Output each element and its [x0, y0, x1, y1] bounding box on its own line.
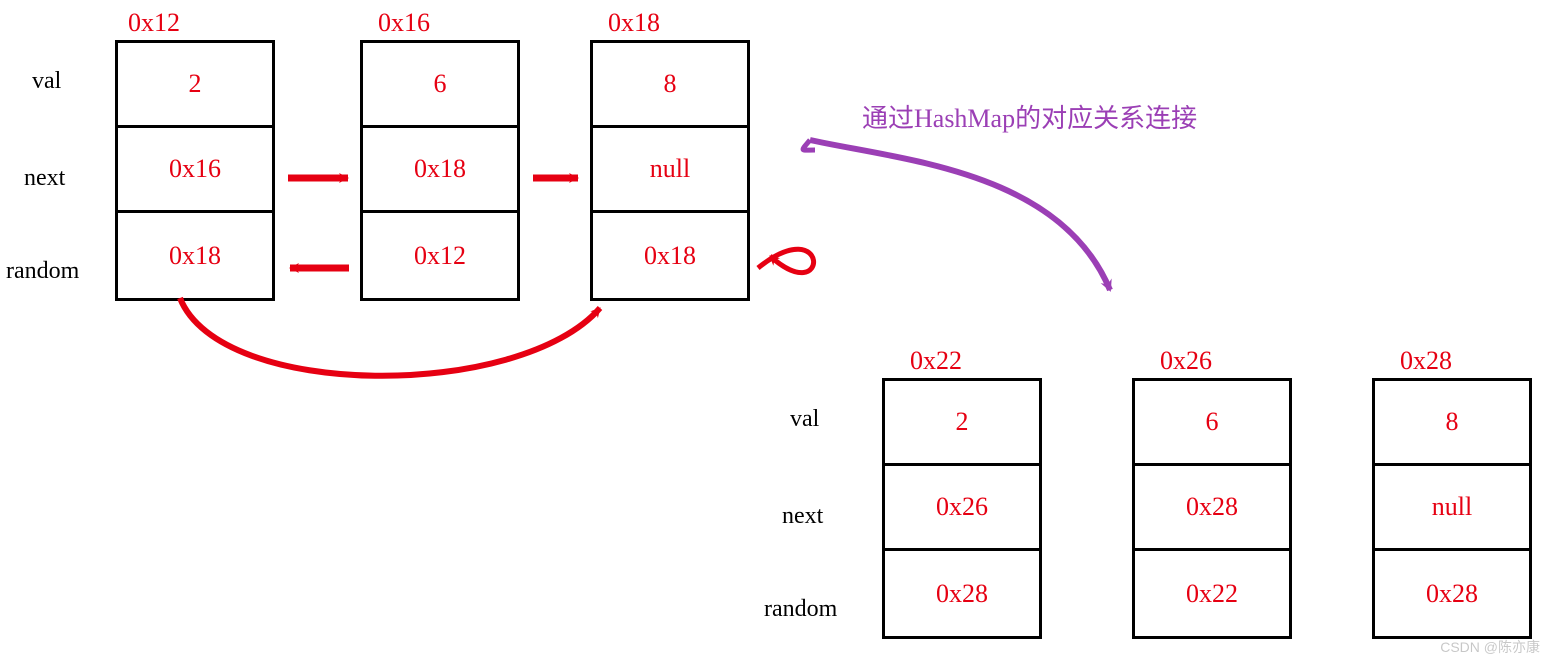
cell-random: 0x18	[593, 213, 747, 298]
cell-random: 0x12	[363, 213, 517, 298]
watermark: CSDN @陈亦康	[1440, 637, 1540, 657]
cell-random: 0x22	[1135, 551, 1289, 636]
cell-random: 0x28	[885, 551, 1039, 636]
arrow-random-0-2	[180, 298, 600, 376]
cell-next: 0x16	[118, 128, 272, 213]
cell-next: 0x28	[1135, 466, 1289, 551]
cell-random: 0x18	[118, 213, 272, 298]
arrow-hashmap-link	[810, 140, 1110, 290]
row-label-random-bottom: random	[764, 596, 837, 623]
arrow-hashmap-tail	[803, 140, 815, 150]
cell-next: 0x18	[363, 128, 517, 213]
cell-val: 2	[118, 43, 272, 128]
row-label-random-top: random	[6, 258, 79, 285]
row-label-val-top: val	[32, 68, 61, 95]
node-addr: 0x16	[378, 8, 430, 38]
cell-val: 8	[593, 43, 747, 128]
cell-val: 2	[885, 381, 1039, 466]
copied-node-0: 2 0x26 0x28	[882, 378, 1042, 639]
node-addr: 0x12	[128, 8, 180, 38]
cell-val: 8	[1375, 381, 1529, 466]
cell-random: 0x28	[1375, 551, 1529, 636]
hashmap-annotation: 通过HashMap的对应关系连接	[862, 98, 1197, 135]
node-addr: 0x26	[1160, 346, 1212, 376]
node-addr: 0x28	[1400, 346, 1452, 376]
cell-val: 6	[1135, 381, 1289, 466]
arrow-random-2-self	[758, 249, 814, 272]
node-addr: 0x18	[608, 8, 660, 38]
copied-node-1: 6 0x28 0x22	[1132, 378, 1292, 639]
row-label-next-bottom: next	[782, 503, 823, 530]
cell-next: null	[1375, 466, 1529, 551]
row-label-next-top: next	[24, 165, 65, 192]
cell-next: 0x26	[885, 466, 1039, 551]
original-node-0: 2 0x16 0x18	[115, 40, 275, 301]
cell-val: 6	[363, 43, 517, 128]
copied-node-2: 8 null 0x28	[1372, 378, 1532, 639]
node-addr: 0x22	[910, 346, 962, 376]
original-node-2: 8 null 0x18	[590, 40, 750, 301]
row-label-val-bottom: val	[790, 406, 819, 433]
cell-next: null	[593, 128, 747, 213]
original-node-1: 6 0x18 0x12	[360, 40, 520, 301]
